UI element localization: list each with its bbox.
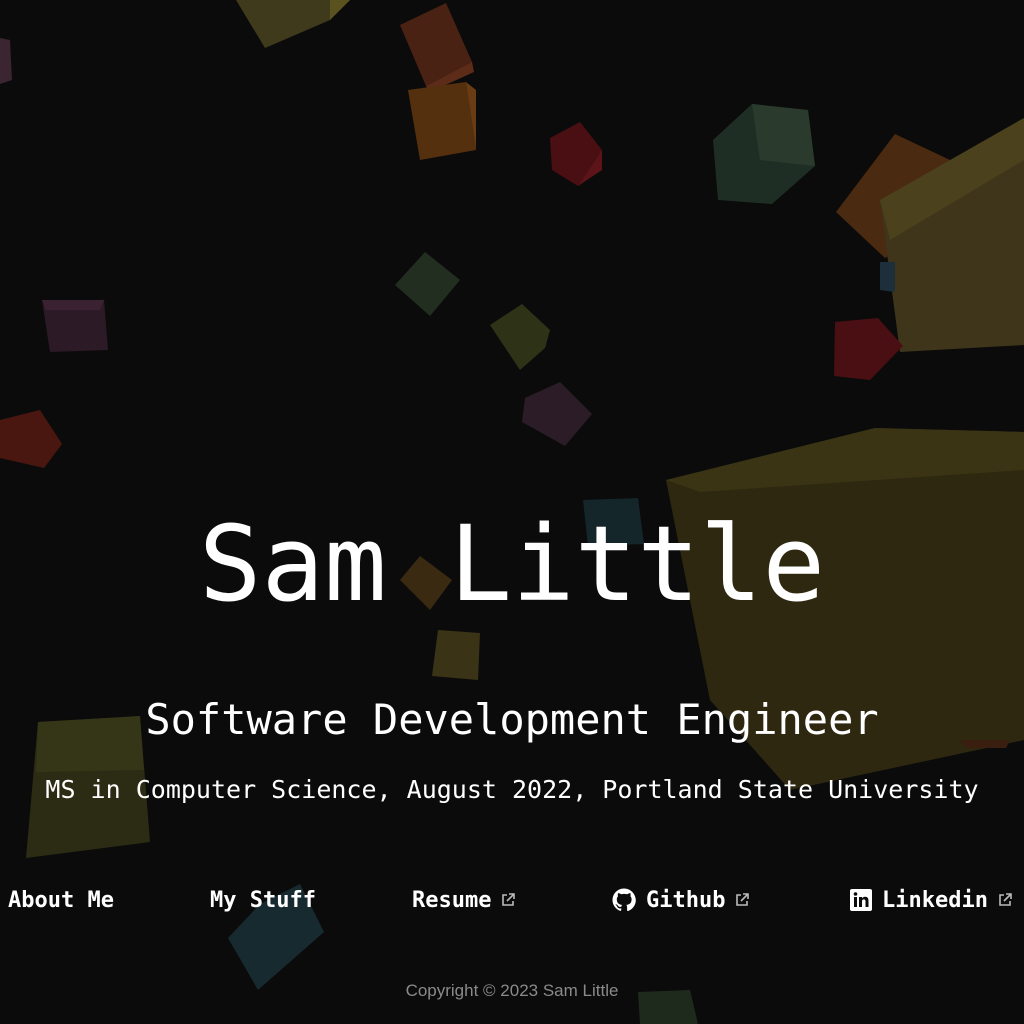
nav-resume-link[interactable]: Resume — [412, 880, 516, 920]
external-link-icon — [501, 893, 516, 907]
hero-section: Sam Little Software Development Engineer… — [0, 0, 1024, 1024]
linkedin-icon — [850, 889, 872, 911]
nav-my-stuff-label: My Stuff — [210, 887, 316, 913]
nav-linkedin-label: Linkedin — [882, 887, 988, 913]
external-link-icon — [998, 893, 1012, 907]
job-title: Software Development Engineer — [145, 695, 879, 744]
nav-about-me-link[interactable]: About Me — [8, 880, 114, 920]
education-line: MS in Computer Science, August 2022, Por… — [45, 775, 979, 804]
github-icon — [612, 888, 636, 912]
main-nav: About Me My Stuff Resume Github Linkedin — [0, 880, 1024, 920]
nav-linkedin-link[interactable]: Linkedin — [850, 880, 1012, 920]
nav-github-link[interactable]: Github — [612, 880, 750, 920]
nav-about-me-label: About Me — [8, 887, 114, 913]
page-title: Sam Little — [198, 503, 826, 625]
nav-github-label: Github — [646, 887, 726, 913]
nav-resume-label: Resume — [412, 887, 492, 913]
external-link-icon — [735, 893, 750, 907]
nav-my-stuff-link[interactable]: My Stuff — [210, 880, 316, 920]
footer-copyright: Copyright © 2023 Sam Little — [405, 981, 619, 1000]
